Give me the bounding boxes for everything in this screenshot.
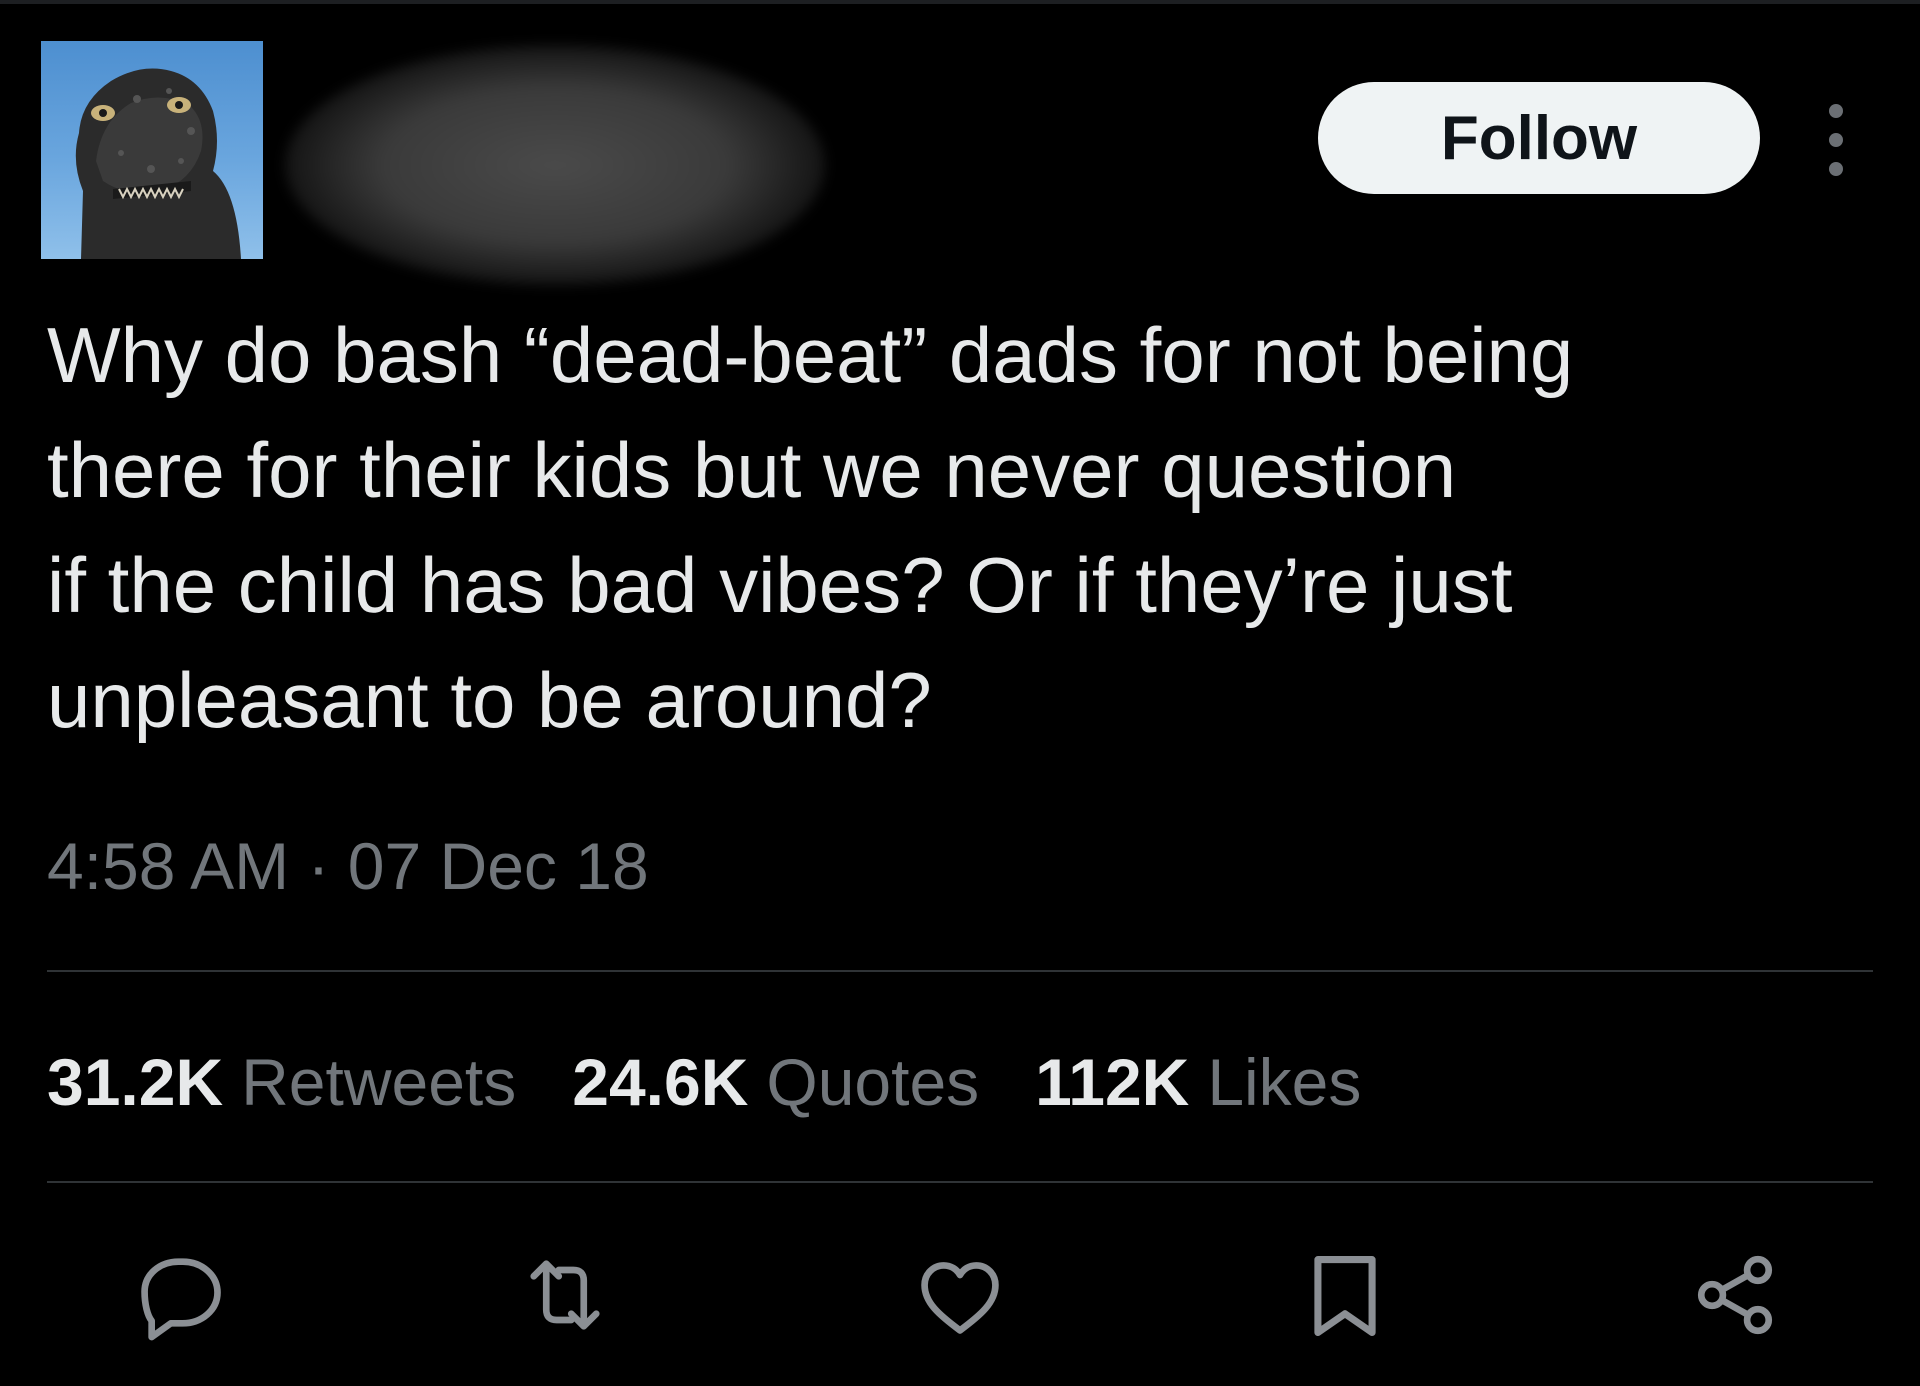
reply-icon <box>141 1258 221 1341</box>
retweets-label: Retweets <box>241 1045 517 1119</box>
reply-button[interactable] <box>125 1240 235 1350</box>
tweet-timestamp[interactable]: 4:58 AM · 07 Dec 18 <box>47 826 649 906</box>
more-dot <box>1829 133 1843 147</box>
share-button[interactable] <box>1680 1240 1790 1350</box>
avatar[interactable] <box>41 41 263 259</box>
share-icon <box>1697 1255 1773 1335</box>
retweets-stat[interactable]: 31.2K Retweets <box>47 1044 516 1120</box>
quotes-count: 24.6K <box>572 1045 749 1119</box>
likes-label: Likes <box>1207 1045 1362 1119</box>
like-button[interactable] <box>905 1240 1015 1350</box>
bookmark-button[interactable] <box>1290 1240 1400 1350</box>
quotes-stat[interactable]: 24.6K Quotes <box>572 1044 979 1120</box>
godzilla-avatar-image <box>75 68 241 259</box>
divider <box>47 1181 1873 1183</box>
follow-button[interactable]: Follow <box>1318 82 1760 194</box>
more-dot <box>1829 162 1843 176</box>
tweet-header: Follow <box>0 0 1920 285</box>
more-dot <box>1829 104 1843 118</box>
likes-stat[interactable]: 112K Likes <box>1035 1044 1361 1120</box>
quotes-label: Quotes <box>766 1045 980 1119</box>
tweet-actions <box>0 1240 1920 1350</box>
likes-count: 112K <box>1035 1045 1190 1119</box>
tweet-stats: 31.2K Retweets 24.6K Quotes 112K Likes <box>47 1042 1417 1122</box>
more-icon[interactable] <box>1816 104 1856 176</box>
retweet-icon <box>530 1260 600 1330</box>
divider <box>47 970 1873 972</box>
heart-icon <box>921 1262 999 1334</box>
retweets-count: 31.2K <box>47 1045 224 1119</box>
retweet-button[interactable] <box>510 1240 620 1350</box>
tweet-text: Why do bash “dead-beat” dads for not bei… <box>47 311 1574 744</box>
bookmark-icon <box>1314 1256 1376 1337</box>
redacted-username <box>285 45 825 285</box>
